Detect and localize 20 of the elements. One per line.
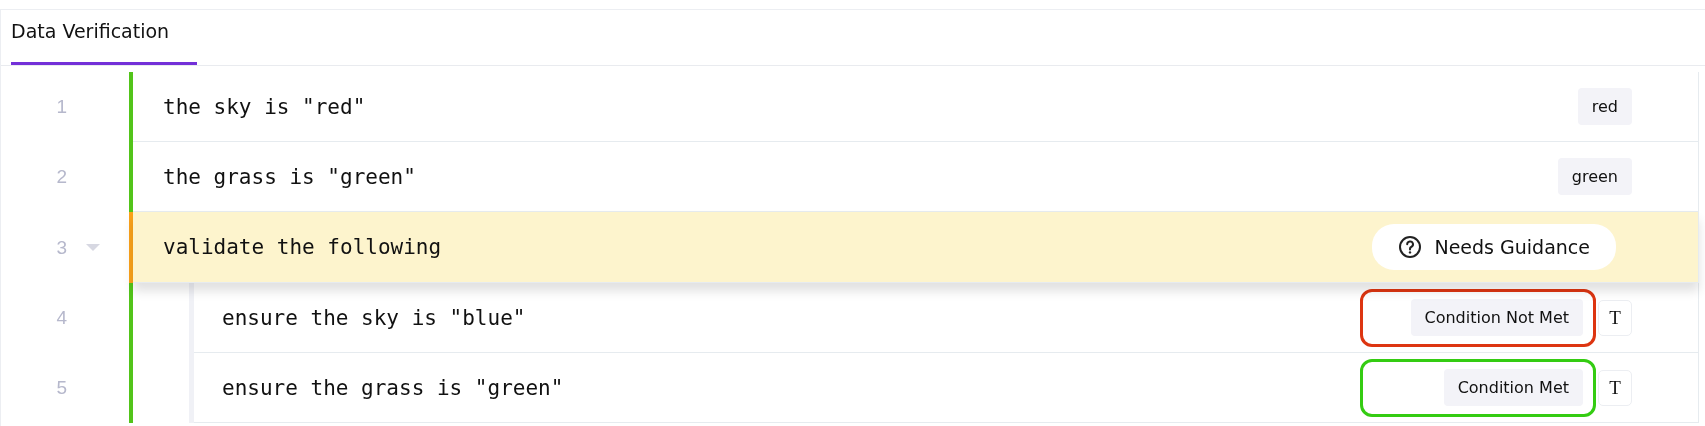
condition-tag: Condition Not Met [1410,299,1583,336]
help-icon [1398,235,1423,259]
statement-text: ensure the sky is "blue" [222,305,526,330]
line-number: 1 [55,96,67,118]
tab[interactable]: Data Verification [11,10,197,65]
condition-tag: Condition Met [1443,369,1583,406]
line-number: 4 [55,307,67,329]
line-number: 5 [55,377,67,399]
statement-text: ensure the grass is "green" [222,375,564,400]
statement-text: the grass is "green" [163,164,416,189]
line-number: 3 [55,236,67,259]
statement-text: the sky is "red" [163,94,366,119]
line-number: 2 [55,166,67,188]
type-button[interactable]: T [1598,369,1632,406]
type-button[interactable]: T [1598,299,1632,336]
value-tag: red [1577,88,1632,125]
caret-icon[interactable] [86,244,100,251]
value-tag: green [1557,158,1632,195]
status-pill: Needs Guidance [1372,224,1616,270]
statement-text: validate the following [163,235,442,259]
